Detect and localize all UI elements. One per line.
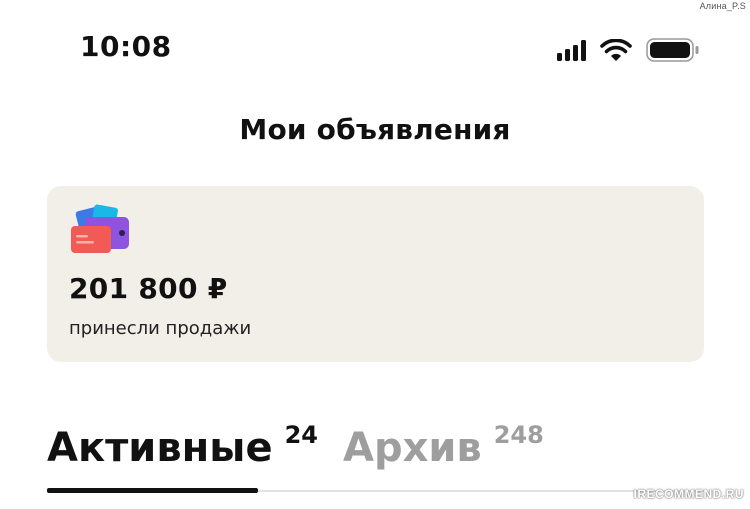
status-time: 10:08: [80, 30, 172, 63]
tab-archive-count: 248: [493, 421, 544, 449]
sales-caption: принесли продажи: [69, 318, 252, 339]
sales-summary-card[interactable]: 201 800 ₽ принесли продажи: [47, 186, 704, 362]
wifi-icon: [600, 38, 632, 62]
watermark-site: IRECOMMEND.RU: [633, 487, 744, 501]
listing-tabs: Активные 24 Архив 248: [47, 420, 704, 500]
tab-active-count: 24: [284, 421, 318, 449]
battery-icon: [646, 38, 700, 62]
status-icons: [557, 38, 700, 62]
tab-active-label: Активные: [47, 425, 273, 471]
tab-indicator: [47, 488, 258, 493]
tab-archive[interactable]: Архив 248: [343, 420, 544, 476]
tab-archive-label: Архив: [343, 425, 482, 471]
tab-active[interactable]: Активные 24: [47, 420, 318, 476]
sales-amount: 201 800 ₽: [69, 272, 228, 305]
wallet-icon: [69, 204, 131, 260]
cellular-signal-icon: [557, 39, 586, 61]
page-title: Мои объявления: [239, 113, 511, 146]
status-bar: 10:08: [0, 0, 750, 90]
